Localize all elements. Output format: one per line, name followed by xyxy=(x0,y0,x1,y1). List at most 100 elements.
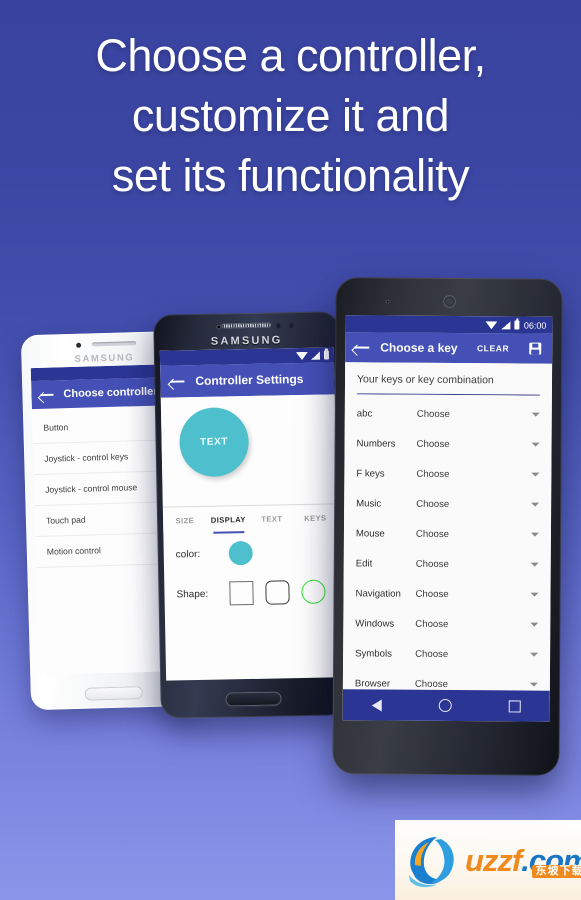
chevron-down-icon[interactable] xyxy=(531,412,540,418)
wifi-icon xyxy=(485,320,498,329)
back-arrow-icon[interactable] xyxy=(170,375,184,387)
list-item[interactable]: Symbols Choose xyxy=(343,639,550,670)
choose-label: Choose xyxy=(415,648,449,660)
phone-right-statusbar: 06:00 xyxy=(345,315,553,334)
uzzf-wave-logo-icon xyxy=(409,837,454,888)
shape-row: Shape: xyxy=(164,571,339,614)
uzzf-text: uzzf xyxy=(465,842,522,878)
key-category-list: abc Choose Numbers Choose F keys Choose … xyxy=(342,394,552,701)
save-icon[interactable] xyxy=(529,342,542,355)
choose-label: Choose xyxy=(414,678,449,690)
key-category-label: Edit xyxy=(355,558,373,570)
clear-button[interactable]: CLEAR xyxy=(477,343,509,353)
phone-mid-screen: Controller Settings TEXT SIZE DISPLAY TE… xyxy=(159,347,341,681)
watermark: uzzf.com 东坡下载 xyxy=(395,820,581,900)
key-category-label: Numbers xyxy=(356,438,396,450)
key-category-label: Navigation xyxy=(355,588,401,600)
choose-label: Choose xyxy=(416,468,450,480)
key-category-label: abc xyxy=(356,408,373,420)
tab-text[interactable]: TEXT xyxy=(250,505,294,533)
status-clock: 06:00 xyxy=(523,320,547,331)
phone-mid-appbar-title: Controller Settings xyxy=(195,371,304,389)
home-button[interactable] xyxy=(84,686,144,701)
list-item[interactable]: Edit Choose xyxy=(344,549,551,580)
nav-home-icon[interactable] xyxy=(438,698,452,713)
key-category-label: Music xyxy=(356,498,382,510)
earpiece-speaker-icon xyxy=(221,322,272,329)
phone-right-appbar: Choose a key CLEAR xyxy=(345,332,553,364)
list-item[interactable]: Windows Choose xyxy=(343,609,550,640)
key-combination-field[interactable]: Your keys or key combination xyxy=(344,362,553,397)
list-item[interactable]: abc Choose xyxy=(345,399,552,430)
back-arrow-icon[interactable] xyxy=(354,341,369,353)
phone-mid-controller-settings: SAMSUNG Controller Settings TEXT SIZE DI… xyxy=(153,311,347,719)
home-button[interactable] xyxy=(225,691,282,707)
choose-label: Choose xyxy=(416,498,450,510)
phone-right-choose-a-key: 06:00 Choose a key CLEAR Your keys or ke… xyxy=(332,277,563,776)
nav-back-icon[interactable] xyxy=(371,698,382,712)
battery-icon xyxy=(514,320,520,330)
choose-label: Choose xyxy=(415,558,449,570)
tab-size[interactable]: SIZE xyxy=(163,507,207,535)
key-category-label: F keys xyxy=(356,468,385,480)
choose-label: Choose xyxy=(415,588,449,600)
headline-line-3: set its functionality xyxy=(111,150,470,201)
key-combination-hint: Your keys or key combination xyxy=(356,373,494,387)
choose-label: Choose xyxy=(416,408,450,420)
list-item[interactable]: Music Choose xyxy=(344,489,551,520)
settings-tabbar: SIZE DISPLAY TEXT KEYS xyxy=(162,504,338,535)
android-navbar xyxy=(342,689,550,722)
color-swatch[interactable] xyxy=(228,540,253,566)
choose-label: Choose xyxy=(415,528,450,540)
front-camera-icon xyxy=(75,342,81,348)
chevron-down-icon[interactable] xyxy=(531,442,540,448)
chevron-down-icon[interactable] xyxy=(530,532,539,538)
promo-screenshot: Choose a controller, customize it and se… xyxy=(0,0,581,900)
shape-options xyxy=(229,579,326,606)
color-label: color: xyxy=(175,548,201,560)
phone-right-screen: 06:00 Choose a key CLEAR Your keys or ke… xyxy=(342,315,553,722)
tab-display[interactable]: DISPLAY xyxy=(206,506,250,534)
chevron-down-icon[interactable] xyxy=(529,682,538,688)
signal-icon xyxy=(310,351,321,360)
list-item[interactable]: Navigation Choose xyxy=(343,579,550,610)
chevron-down-icon[interactable] xyxy=(531,502,540,508)
key-category-label: Browser xyxy=(354,678,391,690)
rounded-square-shape-icon[interactable] xyxy=(265,580,290,605)
proximity-sensor-icon xyxy=(276,323,281,328)
list-item[interactable]: Numbers Choose xyxy=(344,429,551,460)
key-category-label: Windows xyxy=(355,618,395,630)
tab-keys[interactable]: KEYS xyxy=(293,504,337,532)
key-category-label: Symbols xyxy=(355,648,392,660)
headline-line-1: Choose a controller, xyxy=(95,30,486,81)
phone-mid-appbar: Controller Settings xyxy=(160,362,335,398)
chevron-down-icon[interactable] xyxy=(530,592,539,598)
controller-preview-area: TEXT xyxy=(160,394,337,508)
chevron-down-icon[interactable] xyxy=(530,652,539,658)
chevron-down-icon[interactable] xyxy=(531,472,540,478)
page-title: Choose a controller, customize it and se… xyxy=(0,26,581,206)
wifi-icon xyxy=(295,351,309,360)
list-item[interactable]: Mouse Choose xyxy=(344,519,551,550)
light-sensor-icon xyxy=(289,323,294,328)
earpiece-speaker-icon xyxy=(442,294,456,309)
uzzf-wordmark: uzzf.com 东坡下载 xyxy=(465,842,581,878)
phone-left-appbar-title: Choose controller xyxy=(63,385,158,401)
battery-icon xyxy=(323,350,330,360)
square-shape-icon[interactable] xyxy=(229,580,254,606)
key-category-label: Mouse xyxy=(355,528,385,540)
signal-icon xyxy=(501,320,511,329)
circle-shape-icon[interactable] xyxy=(301,579,326,605)
nav-recents-icon[interactable] xyxy=(509,699,522,713)
back-arrow-icon[interactable] xyxy=(40,389,53,400)
headline-line-2: customize it and xyxy=(131,90,450,141)
choose-label: Choose xyxy=(416,438,450,450)
shape-label: Shape: xyxy=(176,588,209,600)
phone-right-appbar-title: Choose a key xyxy=(380,340,458,356)
chevron-down-icon[interactable] xyxy=(530,562,539,568)
chevron-down-icon[interactable] xyxy=(530,622,539,628)
controller-button-preview[interactable]: TEXT xyxy=(178,407,250,478)
color-row: color: xyxy=(163,531,338,574)
list-item[interactable]: F keys Choose xyxy=(344,459,551,490)
uzzf-chinese-text: 东坡下载 xyxy=(531,864,581,878)
